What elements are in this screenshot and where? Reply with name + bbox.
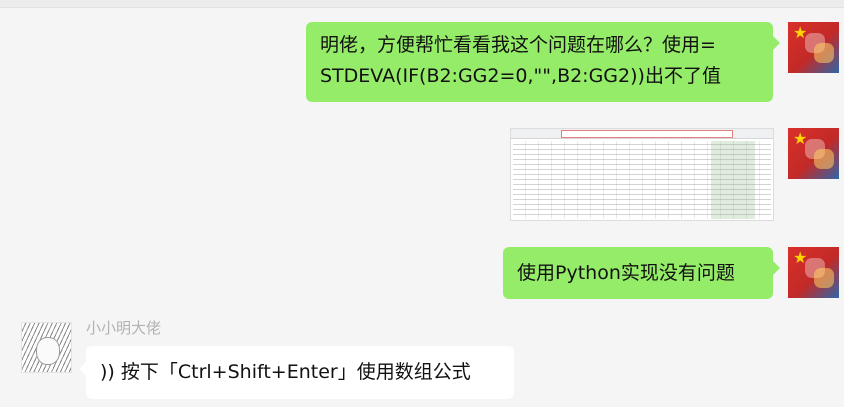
self-avatar[interactable]: ★ [788, 22, 839, 73]
outgoing-message-bubble[interactable]: 明佬，方便帮忙看看我这个问题在哪么？使用= STDEVA(IF(B2:GG2=0… [306, 22, 780, 102]
sender-name: 小小明大佬 [86, 319, 162, 337]
self-avatar[interactable]: ★ [788, 128, 839, 179]
sender-avatar[interactable] [21, 322, 72, 373]
message-text: )) 按下「Ctrl+Shift+Enter」使用数组公式 [100, 361, 471, 383]
python-logo-part [814, 149, 834, 169]
message-text-line: 明佬，方便帮忙看看我这个问题在哪么？使用= [320, 34, 716, 56]
python-logo-part [814, 268, 834, 288]
message-text-line: STDEVA(IF(B2:GG2=0,"",B2:GG2))出不了值 [320, 65, 721, 87]
window-top-border [0, 0, 844, 8]
self-avatar[interactable]: ★ [788, 247, 839, 298]
spreadsheet-image-thumbnail[interactable] [510, 128, 774, 221]
formula-bar-highlight [561, 130, 733, 138]
outgoing-message-bubble[interactable]: 使用Python实现没有问题 [503, 247, 780, 299]
python-logo-part [814, 43, 834, 63]
incoming-message-bubble[interactable]: )) 按下「Ctrl+Shift+Enter」使用数组公式 [79, 346, 514, 399]
highlighted-columns [711, 141, 755, 219]
manga-face-icon [36, 337, 60, 365]
message-text: 使用Python实现没有问题 [517, 262, 735, 284]
